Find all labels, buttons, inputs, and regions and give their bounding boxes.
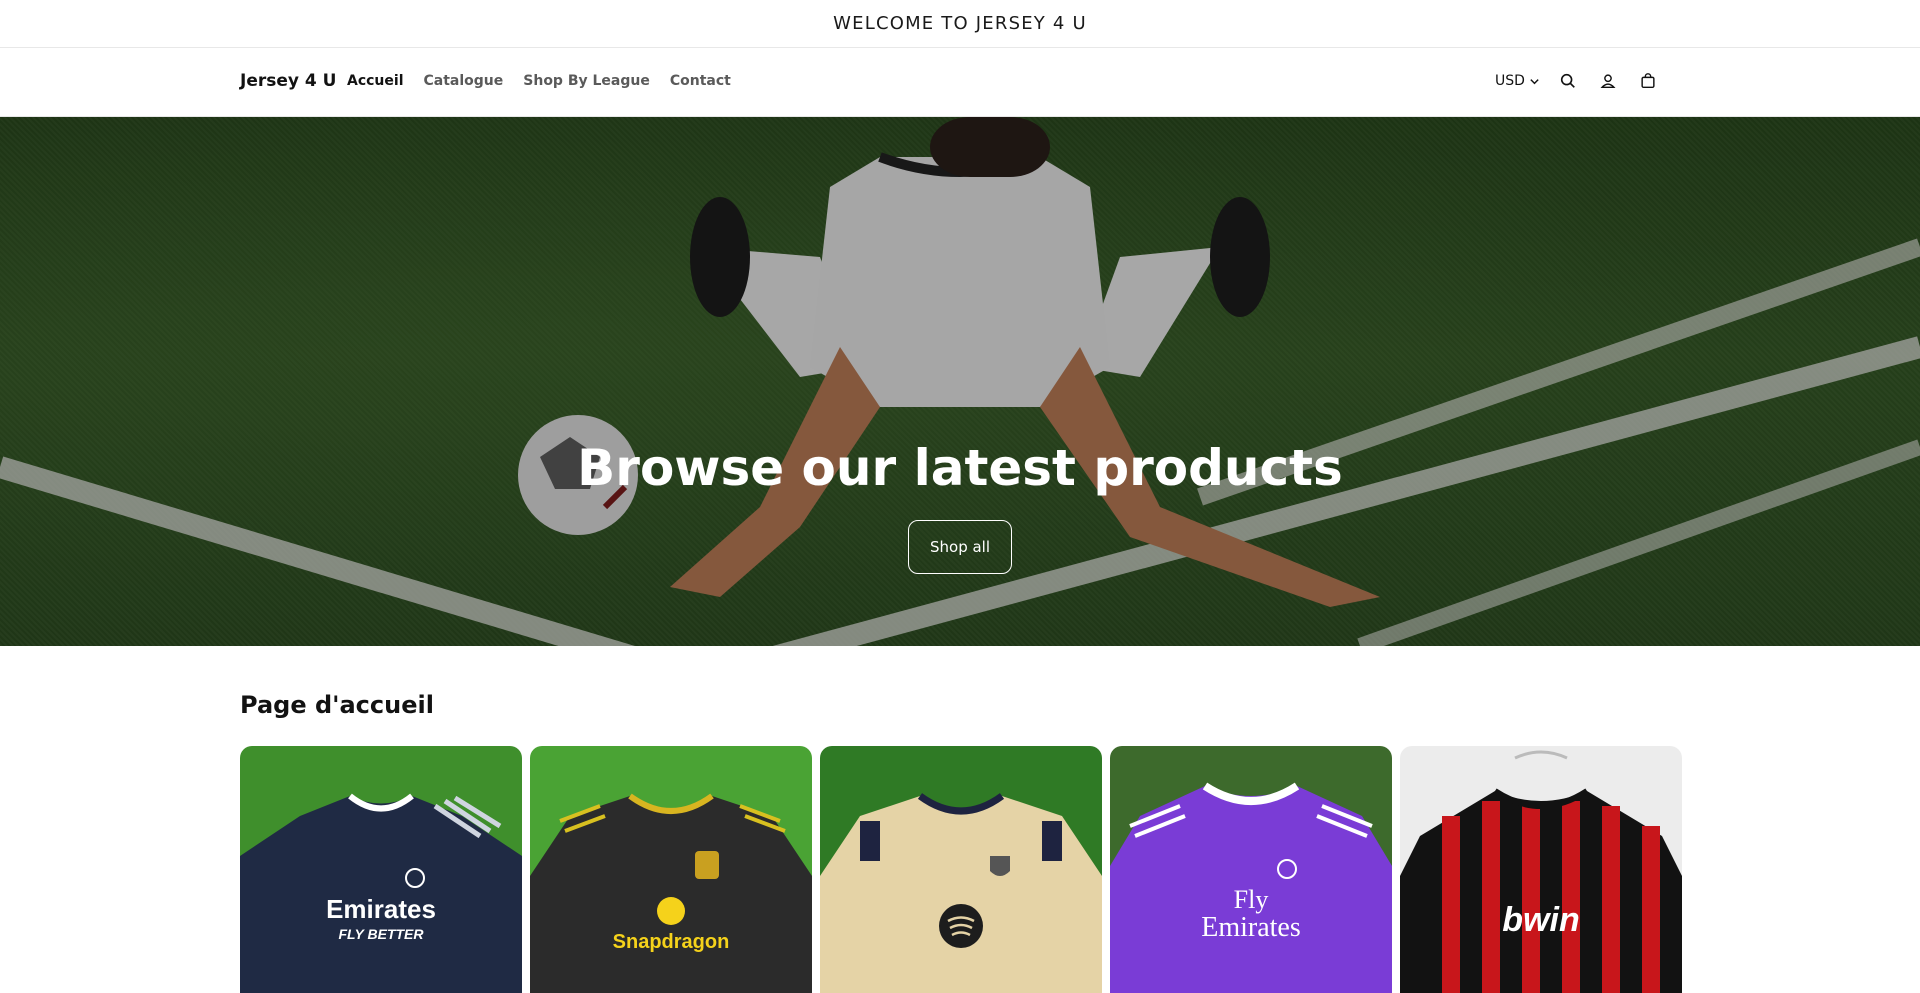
sponsor-text-2: Emirates [1201,912,1301,943]
section-title: Page d'accueil [240,691,434,719]
nav-item-contact[interactable]: Contact [670,73,731,89]
hero-title: Browse our latest products [577,439,1343,497]
nav-item-shop-by-league[interactable]: Shop By League [523,73,650,89]
product-grid: Emirates FLY BETTER Snapdragon Fly Emira… [240,746,1682,993]
currency-selector[interactable]: USD [1495,69,1540,93]
search-button[interactable] [1556,69,1580,93]
main-nav: Accueil Catalogue Shop By League Contact [347,73,731,89]
product-card[interactable]: bwin [1400,746,1682,993]
product-image: Snapdragon [530,746,812,993]
account-icon [1600,74,1616,89]
site-header: Jersey 4 U Accueil Catalogue Shop By Lea… [0,49,1920,117]
currency-label: USD [1495,73,1525,89]
product-card[interactable]: Snapdragon [530,746,812,993]
product-card[interactable]: Emirates FLY BETTER [240,746,522,993]
header-actions: USD [1495,69,1660,93]
tagline-text: FLY BETTER [338,926,424,942]
sponsor-text: bwin [1502,901,1579,939]
nav-item-accueil[interactable]: Accueil [347,73,404,89]
sponsor-text: Fly [1234,885,1269,914]
search-icon [1560,73,1575,88]
announcement-text: WELCOME TO JERSEY 4 U [833,13,1087,34]
shop-all-button[interactable]: Shop all [908,520,1012,574]
product-image: bwin [1400,746,1682,993]
product-image: Fly Emirates [1110,746,1392,993]
product-card[interactable]: Fly Emirates [1110,746,1392,993]
nav-item-catalogue[interactable]: Catalogue [424,73,504,89]
announcement-bar: WELCOME TO JERSEY 4 U [0,0,1920,48]
cart-button[interactable] [1636,69,1660,93]
product-card[interactable] [820,746,1102,993]
chevron-down-icon [1530,78,1539,84]
site-logo[interactable]: Jersey 4 U [240,71,336,91]
product-image [820,746,1102,993]
hero-banner: Browse our latest products Shop all [0,117,1920,646]
account-button[interactable] [1596,69,1620,93]
sponsor-text: Snapdragon [613,931,730,953]
sponsor-text: Emirates [326,894,436,924]
cart-icon [1641,73,1655,89]
product-image: Emirates FLY BETTER [240,746,522,993]
